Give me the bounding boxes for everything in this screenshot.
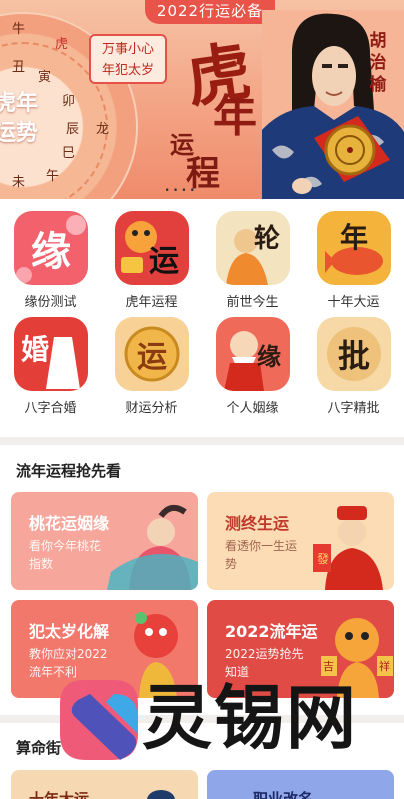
grid-item-hunian-yuncheng[interactable]: 运 虎年运程 bbox=[101, 199, 202, 310]
wheel-char: 牛 bbox=[12, 22, 26, 37]
wheel-char: 虎 bbox=[55, 37, 69, 52]
wheel-title: 虎年 运势 bbox=[0, 88, 64, 148]
grid-item-geren-yinyuan[interactable]: 缘 个人姻缘 bbox=[202, 305, 303, 416]
buddha-icon: 轮 bbox=[216, 211, 290, 285]
promo-title: 桃花运姻缘 bbox=[29, 514, 110, 533]
watermark-text: 灵锡网 bbox=[142, 677, 358, 759]
card-title: 职业改名 bbox=[253, 790, 314, 799]
slogan-line: 万事小心 bbox=[101, 42, 154, 57]
wheel-char: 丑 bbox=[12, 60, 26, 75]
icon-glyph: 年 bbox=[339, 221, 368, 254]
promo-subtitle: 看透你一生运势 bbox=[225, 539, 298, 571]
tiger-fortune-icon: 运 bbox=[115, 211, 189, 285]
icon-glyph: 运 bbox=[149, 244, 179, 279]
grid-label: 个人姻缘 bbox=[226, 401, 279, 416]
promo-title: 2022流年运 bbox=[225, 622, 318, 641]
promo-subtitle: 看你今年桃花指数 bbox=[29, 539, 102, 571]
promo-taohua[interactable]: 桃花运姻缘 看你今年桃花指数 bbox=[11, 492, 198, 590]
watermark-logo-icon bbox=[60, 680, 138, 760]
icon-glyph: 婚 bbox=[20, 333, 49, 366]
couplet-char: 發 bbox=[317, 552, 330, 566]
couplet-char: 祥 bbox=[379, 660, 390, 673]
wheel-char: 寅 bbox=[38, 70, 52, 85]
wealth-coin-icon: 运 bbox=[115, 317, 189, 391]
card-title: 十年大运 bbox=[29, 790, 90, 799]
feature-grid: 缘 缘份测试 运 虎年运程 轮 前世今生 年 十年大运 婚 八字合婚 运 财运分… bbox=[0, 199, 404, 437]
marriage-icon: 婚 bbox=[14, 317, 88, 391]
top-banner[interactable]: 2022行运必备 牛 虎 丑 寅 卯 辰 巳 午 未 龙 虎年 运势 万事小心 … bbox=[0, 0, 404, 199]
icon-glyph: 缘 bbox=[257, 341, 281, 371]
koi-year-icon: 年 bbox=[317, 211, 391, 285]
wheel-char: 午 bbox=[46, 169, 60, 184]
banner-tag: 2022行运必备 bbox=[145, 0, 275, 24]
banner-dots: .... bbox=[164, 172, 198, 196]
icon-glyph: 运 bbox=[137, 340, 167, 375]
grid-item-caiyun-fenxi[interactable]: 运 财运分析 bbox=[101, 305, 202, 416]
grid-label: 八字合婚 bbox=[24, 401, 77, 416]
section-title: 流年运程抢先看 bbox=[16, 462, 122, 480]
brush-critique-icon: 批 bbox=[317, 317, 391, 391]
calligraphy-year: 年 bbox=[213, 91, 257, 142]
grid-label: 财运分析 bbox=[125, 401, 178, 416]
icon-glyph: 缘 bbox=[31, 228, 71, 275]
wheel-char: 未 bbox=[12, 175, 26, 190]
card-zhiye-gaiming[interactable]: 职业改名 bbox=[207, 770, 394, 799]
promo-title: 犯太岁化解 bbox=[29, 622, 110, 641]
scholar-hat-icon bbox=[147, 790, 175, 799]
master-signature: 胡治榆 bbox=[369, 31, 387, 95]
matchmaker-icon: 缘 bbox=[216, 317, 290, 391]
promo-zhongsheng[interactable]: 發 测终生运 看透你一生运势 bbox=[207, 492, 394, 590]
slogan-line: 年犯太岁 bbox=[101, 63, 154, 78]
grid-item-bazi-jingpi[interactable]: 批 八字精批 bbox=[303, 305, 404, 416]
slogan-box: 万事小心 年犯太岁 bbox=[89, 34, 167, 84]
wheel-char: 龙 bbox=[96, 122, 110, 137]
card-shinian-dayun[interactable]: 十年大运 bbox=[11, 770, 198, 799]
wheel-char: 辰 bbox=[66, 122, 80, 137]
grid-item-bazi-hehun[interactable]: 婚 八字合婚 bbox=[0, 305, 101, 416]
icon-glyph: 轮 bbox=[253, 223, 280, 254]
watermark: 灵锡网 bbox=[54, 674, 384, 766]
wheel-title-line: 虎年 bbox=[0, 90, 39, 116]
promo-title: 测终生运 bbox=[225, 514, 290, 533]
wheel-title-line: 运势 bbox=[0, 120, 39, 146]
grid-label: 八字精批 bbox=[327, 401, 380, 416]
yuanfen-icon: 缘 bbox=[14, 211, 88, 285]
grid-item-yuanfen[interactable]: 缘 缘份测试 bbox=[0, 199, 101, 310]
grid-item-qianshi-jinsheng[interactable]: 轮 前世今生 bbox=[202, 199, 303, 310]
grid-item-shinian-dayun[interactable]: 年 十年大运 bbox=[303, 199, 404, 310]
icon-glyph: 批 bbox=[337, 337, 370, 375]
